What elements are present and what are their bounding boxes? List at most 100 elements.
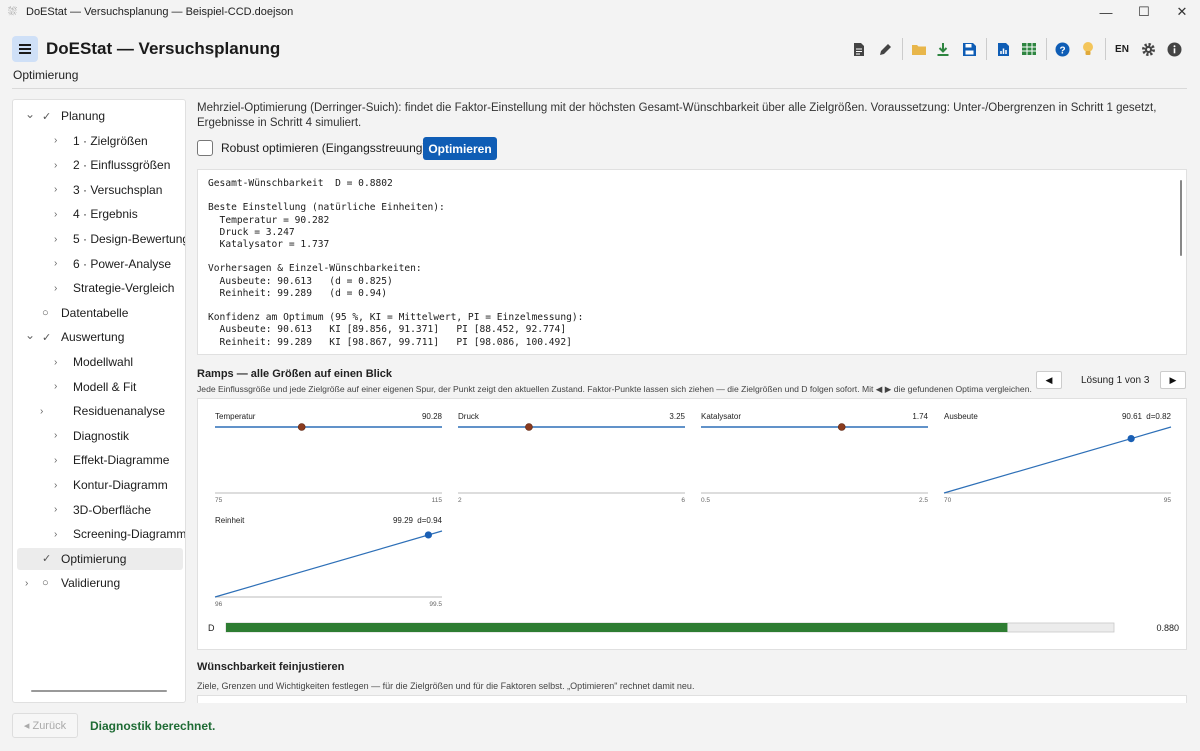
sidebar-item-label: Screening-Diagramme xyxy=(73,527,186,542)
ramp-point-ausbeute xyxy=(1127,434,1135,443)
ramp-max-katalysator: 2.5 xyxy=(919,497,928,504)
open-button[interactable] xyxy=(909,40,929,58)
results-output[interactable]: Gesamt-Wünschbarkeit D = 0.8802 Beste Ei… xyxy=(197,169,1187,355)
sidebar-item-strategie-vergleich[interactable]: › Strategie-Vergleich xyxy=(17,277,183,299)
app-icon: ⛆ xyxy=(8,6,17,18)
ramp-min-temperatur: 75 xyxy=(215,497,223,504)
sidebar-item-design-bewertung[interactable]: › 5 · Design-Bewertung xyxy=(17,228,186,250)
header-divider xyxy=(12,88,1187,89)
ramps-panel: Temperatur 90.28 75 115 Druck 3.25 2 6 Katalysat… xyxy=(197,398,1187,650)
chevron-right-icon[interactable]: › xyxy=(54,529,57,540)
ramps-title: Ramps — alle Größen auf einen Blick xyxy=(197,368,392,380)
save-button[interactable] xyxy=(960,40,978,58)
sidebar-item-validierung[interactable]: › ○ Validierung xyxy=(17,572,183,594)
sidebar-item-optimierung[interactable]: ✓ Optimierung xyxy=(17,547,183,570)
chevron-right-icon[interactable]: › xyxy=(54,480,57,491)
tips-button[interactable] xyxy=(1079,40,1097,58)
hamburger-icon xyxy=(19,48,31,50)
chevron-right-icon[interactable]: › xyxy=(40,406,43,417)
sidebar-item-residuenanalyse[interactable]: › Residuenanalyse xyxy=(17,400,183,422)
chart-report-button[interactable] xyxy=(994,40,1012,58)
toolbar-separator xyxy=(1105,38,1106,60)
table-icon xyxy=(1022,43,1036,55)
sidebar-item-label: 5 · Design-Bewertung xyxy=(73,232,186,246)
sidebar-item-modell-fit[interactable]: › Modell & Fit xyxy=(17,376,183,398)
minimize-button[interactable]: — xyxy=(1086,0,1126,24)
help-icon: ? xyxy=(1055,42,1069,56)
sidebar-item-einflussgroessen[interactable]: › 2 · Einflussgrößen xyxy=(17,154,183,176)
next-solution-button[interactable]: ▶ xyxy=(1160,371,1186,389)
menu-toggle-button[interactable] xyxy=(12,36,38,62)
sidebar-item-planung[interactable]: ⌄ ✓ Planung xyxy=(17,105,183,127)
chevron-down-icon[interactable]: ⌄ xyxy=(25,328,35,342)
robust-checkbox-label[interactable]: Robust optimieren (Eingangsstreuung) xyxy=(221,141,426,155)
chevron-right-icon[interactable]: › xyxy=(54,504,57,515)
folder-open-icon xyxy=(912,44,926,55)
optimize-button[interactable]: Optimieren xyxy=(423,137,497,160)
language-toggle[interactable]: EN xyxy=(1112,40,1132,58)
ramp-label-druck: Druck xyxy=(458,412,480,421)
sidebar-item-modellwahl[interactable]: › Modellwahl xyxy=(17,351,183,373)
sidebar-item-power-analyse[interactable]: › 6 · Power-Analyse xyxy=(17,253,183,275)
sidebar-item-datentabelle[interactable]: ○ Datentabelle xyxy=(17,302,183,324)
chevron-right-icon[interactable]: › xyxy=(54,430,57,441)
sidebar-item-label: 3D-Oberfläche xyxy=(73,502,152,517)
close-button[interactable]: ✕ xyxy=(1162,0,1200,24)
prev-solution-button[interactable]: ◀ xyxy=(1036,371,1062,389)
sidebar-item-kontur-diagramm[interactable]: › Kontur-Diagramm xyxy=(17,474,183,496)
sidebar-item-auswertung[interactable]: ⌄ ✓ Auswertung xyxy=(17,326,183,348)
report-icon xyxy=(854,42,864,56)
maximize-button[interactable]: ☐ xyxy=(1124,0,1164,24)
robust-option[interactable]: Robust optimieren (Eingangsstreuung) xyxy=(197,140,426,156)
ramp-curve-reinheit xyxy=(214,530,443,598)
chevron-right-icon[interactable]: › xyxy=(54,184,57,195)
table-button[interactable] xyxy=(1019,40,1039,58)
results-scrollbar[interactable] xyxy=(1180,180,1182,256)
sidebar-item-label: Planung xyxy=(61,109,106,123)
sidebar-item-3d-oberflaeche[interactable]: › 3D-Oberfläche xyxy=(17,499,183,521)
ramp-handle-druck[interactable] xyxy=(525,423,533,431)
ramp-handle-katalysator[interactable] xyxy=(837,423,846,431)
edit-icon xyxy=(879,43,891,55)
info-icon xyxy=(1167,42,1181,56)
about-button[interactable] xyxy=(1166,40,1182,58)
chevron-right-icon[interactable]: › xyxy=(54,455,57,466)
sidebar-item-label: 1 · Zielgrößen xyxy=(73,133,148,148)
sidebar-item-label: Validierung xyxy=(61,576,121,591)
chevron-right-icon[interactable]: › xyxy=(54,283,57,294)
chevron-right-icon[interactable]: › xyxy=(54,381,57,392)
desirability-tuning-description: Ziele, Grenzen und Wichtigkeiten festleg… xyxy=(197,681,695,691)
chevron-right-icon[interactable]: › xyxy=(54,209,57,220)
edit-button[interactable] xyxy=(876,40,894,58)
sidebar-item-diagnostik[interactable]: › Diagnostik xyxy=(17,425,183,447)
sidebar-item-label: Kontur-Diagramm xyxy=(73,478,168,492)
chevron-right-icon[interactable]: › xyxy=(25,578,28,589)
back-button[interactable]: ◂ Zurück xyxy=(12,713,78,738)
sidebar-item-versuchsplan[interactable]: › 3 · Versuchsplan xyxy=(17,179,183,201)
ramp-handle-temperatur[interactable] xyxy=(297,423,306,431)
chevron-down-icon[interactable]: ⌄ xyxy=(25,107,35,121)
sidebar-item-effekt-diagramme[interactable]: › Effekt-Diagramme xyxy=(17,449,183,471)
robust-checkbox[interactable] xyxy=(197,140,213,156)
download-button[interactable] xyxy=(934,40,952,58)
sidebar-item-ergebnis[interactable]: › 4 · Ergebnis xyxy=(17,203,183,225)
sidebar-item-screening-diagramme[interactable]: › Screening-Diagramme xyxy=(17,523,186,545)
chevron-right-icon[interactable]: › xyxy=(54,135,57,146)
chevron-right-icon[interactable]: › xyxy=(54,357,57,368)
help-button[interactable]: ? xyxy=(1053,40,1071,58)
settings-button[interactable] xyxy=(1139,40,1157,58)
chevron-right-icon[interactable]: › xyxy=(54,234,57,245)
chevron-right-icon[interactable]: › xyxy=(54,258,57,269)
status-message: Diagnostik berechnet. xyxy=(90,719,216,733)
sidebar-item-zielgroessen[interactable]: › 1 · Zielgrößen xyxy=(17,130,183,152)
chevron-right-icon[interactable]: › xyxy=(54,160,57,171)
report-button[interactable] xyxy=(851,40,867,58)
ramp-value-temperatur: 90.28 xyxy=(422,412,443,421)
sidebar-item-label: Auswertung xyxy=(61,330,125,345)
check-icon: ✓ xyxy=(42,110,52,123)
sidebar-item-label: 4 · Ergebnis xyxy=(73,207,138,222)
optimization-description: Mehrziel-Optimierung (Derringer-Suich): … xyxy=(197,102,1157,129)
svg-text:?: ? xyxy=(1059,45,1065,56)
sidebar-scrollbar[interactable] xyxy=(31,690,167,692)
ramp-label-temperatur: Temperatur xyxy=(215,412,256,421)
